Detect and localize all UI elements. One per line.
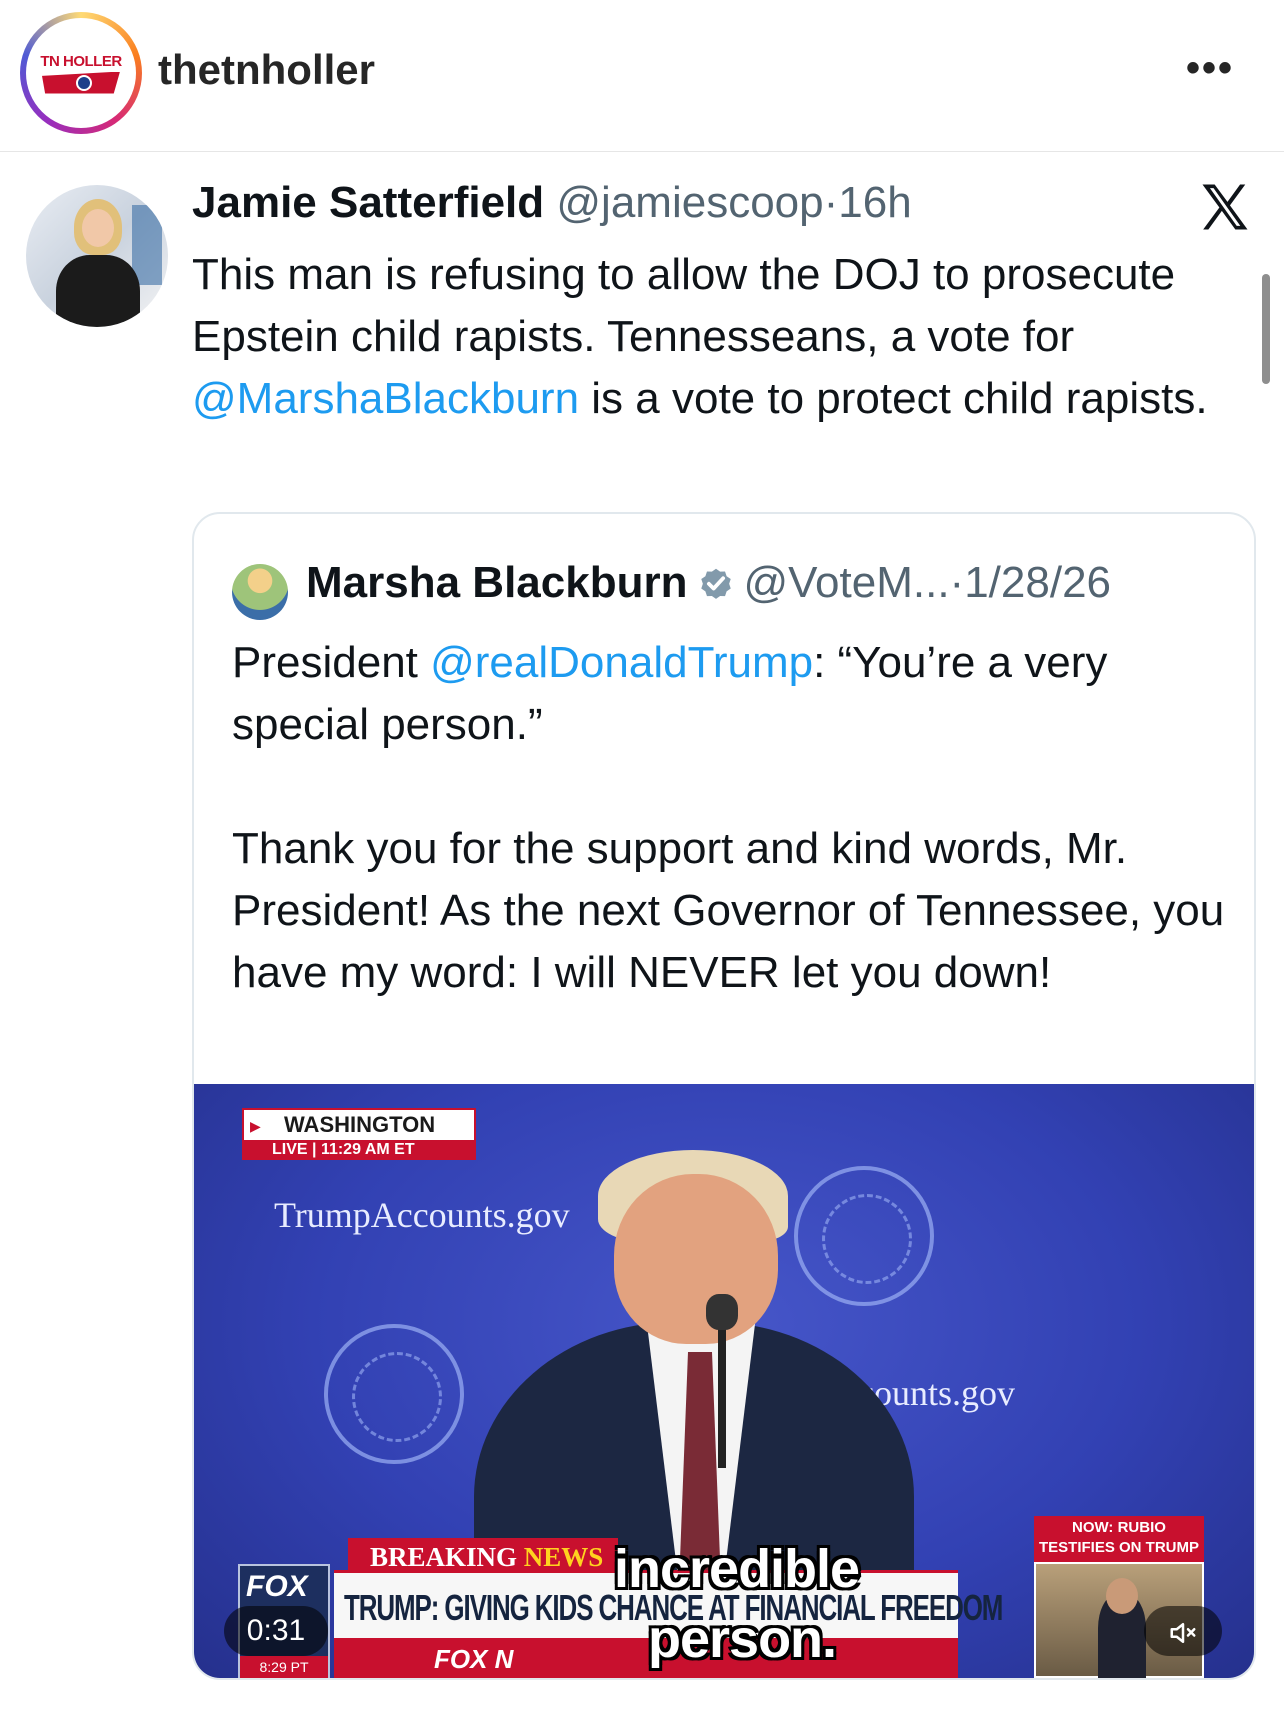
video-timer: 0:31 [224,1606,328,1656]
play-arrow-icon: ▶ [250,1118,261,1134]
location-city: WASHINGTON [284,1112,436,1137]
x-logo-icon [1202,184,1248,230]
tn-holler-logo: TN HOLLER [26,18,136,128]
presidential-seal-icon [324,1324,464,1464]
tweet-text-part1: This man is refusing to allow the DOJ to… [192,250,1176,361]
quoted-mention-link[interactable]: @realDonaldTrump [430,638,813,687]
quoted-tweet[interactable]: Marsha Blackburn @VoteM...·1/28/26 Presi… [192,512,1256,1680]
tweet-text-part2: is a vote to protect child rapists. [579,374,1208,423]
quoted-paragraph-1: President @realDonaldTrump: “You’re a ve… [232,632,1232,756]
tweet-time[interactable]: 16h [838,178,911,227]
quoted-author-name[interactable]: Marsha Blackburn [306,558,687,607]
speaker-muted-icon[interactable] [1144,1606,1222,1656]
post-header: TN HOLLER thetnholler ••• [0,0,1284,152]
tweet-header: Jamie Satterfield @jamiescoop·16h [192,178,912,228]
tristar-icon [76,74,92,91]
tweet-author-avatar[interactable] [26,185,168,327]
quoted-author-handle[interactable]: @VoteM... [743,558,949,607]
chyron-ticker: FOX N [334,1638,958,1678]
tweet-author-handle[interactable]: @jamiescoop [556,178,823,227]
verified-badge-icon [701,568,732,599]
tennessee-shape-icon [42,71,120,94]
quoted-line1-prefix: President [232,638,431,687]
video-player[interactable]: TrumpAccounts.gov Accounts.gov ▶ WASHING… [194,1084,1254,1678]
logo-text: TN HOLLER [40,52,122,70]
speaker-head [614,1174,778,1344]
caption-line-1: incredible [614,1539,860,1599]
username[interactable]: thetnholler [158,46,375,94]
backdrop-text: TrumpAccounts.gov [274,1195,570,1235]
presidential-seal-icon [794,1166,934,1306]
quoted-tweet-text: President @realDonaldTrump: “You’re a ve… [232,632,1232,1004]
tweet-mention-link[interactable]: @MarshaBlackburn [192,374,579,423]
live-label: LIVE | 11:29 AM ET [244,1140,474,1160]
tweet-text: This man is refusing to allow the DOJ to… [192,244,1262,430]
quoted-author-avatar[interactable] [232,564,288,620]
scrollbar[interactable] [1262,274,1270,384]
quoted-paragraph-2: Thank you for the support and kind words… [232,824,1225,997]
quoted-tweet-header: Marsha Blackburn @VoteM...·1/28/26 [306,558,1111,608]
ticker-logo: FOX N [434,1644,514,1674]
caption-line-2: person. [648,1609,837,1669]
profile-avatar[interactable]: TN HOLLER [20,12,142,134]
more-horizontal-icon[interactable]: ••• [1186,46,1234,91]
tweet-author-name[interactable]: Jamie Satterfield [192,178,544,227]
quoted-separator: · [949,558,965,607]
fox-time: 8:29 PT [240,1656,328,1678]
quoted-date[interactable]: 1/28/26 [964,558,1111,607]
tweet-separator: · [823,178,839,227]
microphone-icon [718,1308,726,1468]
pip-headline: NOW: RUBIO TESTIFIES ON TRUMP FOREIGN PO… [1034,1516,1204,1576]
location-bug: ▶ WASHINGTON LIVE | 11:29 AM ET [242,1108,476,1160]
